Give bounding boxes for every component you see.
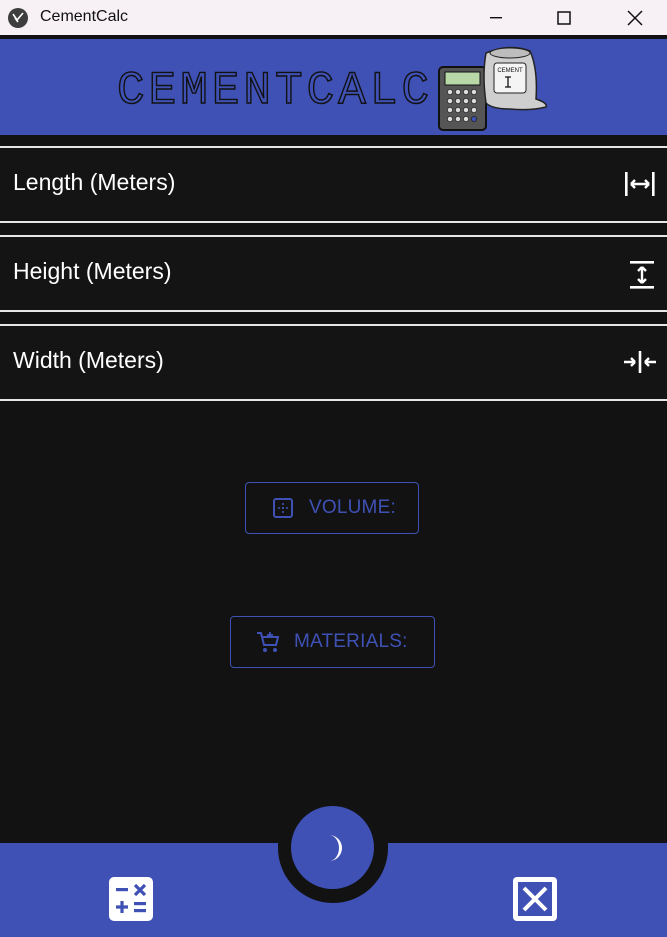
volume-label: VOLUME: bbox=[309, 497, 396, 518]
length-field-label: Length (Meters) bbox=[13, 169, 176, 195]
height-field[interactable]: Height (Meters) bbox=[0, 235, 667, 312]
compress-width-icon bbox=[624, 351, 656, 373]
maximize-icon bbox=[557, 10, 571, 25]
materials-button[interactable]: MATERIALS: bbox=[230, 616, 435, 668]
close-box-icon bbox=[513, 877, 557, 921]
maximize-button[interactable] bbox=[541, 0, 587, 35]
calculator-logo-icon bbox=[438, 66, 487, 131]
length-field[interactable]: Length (Meters) bbox=[0, 146, 667, 223]
clear-button[interactable] bbox=[512, 876, 558, 922]
minimize-icon bbox=[490, 16, 502, 18]
height-field-label: Height (Meters) bbox=[13, 258, 172, 284]
cement-bag-label: CEMENT bbox=[497, 68, 523, 74]
window-title: CementCalc bbox=[40, 8, 129, 25]
add-cart-icon bbox=[257, 632, 280, 652]
cement-bag-icon: CEMENT bbox=[483, 46, 548, 111]
theme-toggle-button[interactable] bbox=[291, 806, 374, 889]
volume-button[interactable]: VOLUME: bbox=[245, 482, 419, 534]
moon-icon bbox=[328, 834, 342, 861]
header-banner: CEMENTCALC CEMENT bbox=[0, 39, 667, 135]
calculator-icon bbox=[109, 877, 153, 921]
app-logo: CEMENTCALC CEMENT bbox=[116, 46, 548, 131]
window-titlebar: CementCalc bbox=[0, 0, 667, 35]
app-icon bbox=[8, 8, 28, 28]
materials-label: MATERIALS: bbox=[294, 631, 408, 652]
width-field-label: Width (Meters) bbox=[13, 347, 164, 373]
minimize-button[interactable] bbox=[473, 0, 519, 35]
calculate-button[interactable] bbox=[108, 876, 154, 922]
width-field[interactable]: Width (Meters) bbox=[0, 324, 667, 401]
horizontal-measure-icon bbox=[625, 172, 655, 196]
vertical-measure-icon bbox=[630, 261, 654, 289]
volume-cube-icon bbox=[273, 498, 293, 518]
close-window-button[interactable] bbox=[612, 0, 658, 35]
logo-text: CEMENTCALC bbox=[117, 65, 433, 117]
close-icon bbox=[627, 9, 643, 26]
